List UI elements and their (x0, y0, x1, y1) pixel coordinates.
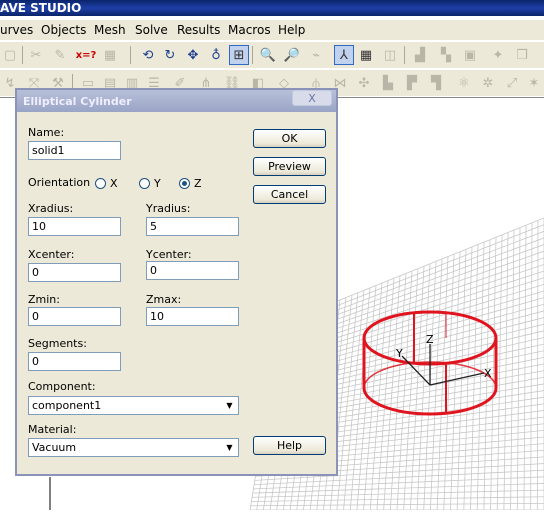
zmax-label: Zmax: (146, 293, 181, 306)
import-icon[interactable]: ▢ (0, 45, 20, 65)
name-label: Name: (28, 126, 64, 139)
menu-results[interactable]: Results (177, 23, 220, 37)
axis-x-label: X (484, 367, 492, 380)
app-title: AVE STUDIO (0, 1, 81, 15)
grid-table-icon[interactable]: ▦ (100, 45, 120, 65)
more-icon[interactable]: ✶ (524, 73, 544, 93)
axes-icon[interactable]: ⅄ (334, 45, 354, 65)
orientation-z-label: Z (194, 177, 202, 190)
close-icon: X (308, 92, 316, 105)
orientation-z-radio[interactable] (179, 178, 190, 189)
dialog-title: Elliptical Cylinder (23, 95, 132, 108)
arrange-icon[interactable]: ▚ (436, 45, 456, 65)
help-button[interactable]: Help (253, 436, 326, 455)
layer-icon[interactable]: ❒ (512, 45, 532, 65)
xradius-label: Xradius: (28, 202, 73, 215)
view-icon[interactable]: ◫ (380, 45, 400, 65)
orientation-x-radio[interactable] (95, 178, 106, 189)
segments-label: Segments: (28, 337, 87, 350)
orientation-label: Orientation (28, 176, 90, 189)
chevron-down-icon[interactable]: ▼ (223, 441, 236, 454)
zmin-label: Zmin: (28, 293, 60, 306)
zoom-fit-icon[interactable]: 🔎 (282, 45, 302, 65)
elliptical-cylinder-dialog: Elliptical Cylinder X Name: solid1 Orien… (15, 88, 338, 476)
paint-icon[interactable]: ✎ (50, 45, 70, 65)
dialog-title-bar[interactable]: Elliptical Cylinder (17, 90, 336, 112)
toolbar-separator (130, 46, 131, 64)
preview-button[interactable]: Preview (253, 157, 326, 176)
menu-objects[interactable]: Objects (41, 23, 86, 37)
ycenter-input[interactable]: 0 (146, 261, 239, 280)
ycenter-label: Ycenter: (146, 248, 192, 261)
mirror-icon[interactable]: ⚛ (454, 73, 474, 93)
toolbar-separator (22, 46, 23, 64)
close-button[interactable]: X (292, 90, 332, 106)
app-title-bar: AVE STUDIO (0, 0, 544, 16)
zmin-input[interactable]: 0 (28, 307, 121, 326)
component-select[interactable]: component1 ▼ (28, 396, 239, 415)
query-icon[interactable]: x=? (76, 45, 96, 65)
zoom-icon[interactable]: 🔍 (258, 45, 278, 65)
pan-icon[interactable]: ✥ (183, 45, 203, 65)
xradius-input[interactable]: 10 (28, 217, 121, 236)
toolbar-separator (252, 46, 253, 64)
component-label: Component: (28, 380, 96, 393)
cut-icon[interactable]: ✂ (26, 45, 46, 65)
orientation-y-label: Y (154, 177, 161, 190)
array-icon[interactable]: ✲ (478, 73, 498, 93)
orientation-x-label: X (110, 177, 118, 190)
scale-icon[interactable]: ⤢ (502, 73, 522, 93)
axis-y-label: Y (395, 347, 403, 360)
menu-curves[interactable]: urves (0, 23, 33, 37)
grid-icon[interactable]: ▦ (356, 45, 376, 65)
move-icon[interactable]: ▙ (378, 73, 398, 93)
light-icon[interactable]: ✦ (488, 45, 508, 65)
menu-macros[interactable]: Macros (228, 23, 271, 37)
yradius-input[interactable]: 5 (146, 217, 239, 236)
chevron-down-icon[interactable]: ▼ (223, 399, 236, 412)
material-label: Material: (28, 423, 76, 436)
copy-icon[interactable]: ▛ (402, 73, 422, 93)
segments-input[interactable]: 0 (28, 352, 121, 371)
yradius-label: Yradius: (146, 202, 190, 215)
paste-icon[interactable]: ▜ (426, 73, 446, 93)
xcenter-input[interactable]: 0 (28, 263, 121, 282)
xcenter-label: Xcenter: (28, 248, 74, 261)
edit-icon[interactable]: ▟ (410, 45, 430, 65)
group-icon[interactable]: ▣ (460, 45, 480, 65)
zmax-input[interactable]: 10 (146, 307, 239, 326)
orbit-icon[interactable]: ⟲ (138, 45, 158, 65)
component-value: component1 (32, 399, 101, 412)
menu-solve[interactable]: Solve (135, 23, 168, 37)
measure-icon[interactable]: ⌁ (306, 45, 326, 65)
orientation-y-radio[interactable] (139, 178, 150, 189)
toolbar-separator (404, 46, 405, 64)
material-select[interactable]: Vacuum ▼ (28, 438, 239, 457)
material-value: Vacuum (32, 441, 76, 454)
name-input[interactable]: solid1 (28, 141, 121, 160)
menu-help[interactable]: Help (278, 23, 305, 37)
rotate-icon[interactable]: ↻ (160, 45, 180, 65)
zoom-window-icon[interactable]: ⊞ (229, 45, 249, 65)
axis-z-label: Z (426, 333, 434, 346)
ok-button[interactable]: OK (253, 129, 326, 148)
cancel-button[interactable]: Cancel (253, 185, 326, 204)
menu-bar: urves Objects Mesh Solve Results Macros … (0, 20, 544, 40)
toolbar-main: ▢ ✂ ✎ x=? ▦ ⟲ ↻ ✥ ♁ ⊞ 🔍 🔎 ⌁ ⅄ ▦ ◫ ▟ ▚ ▣ … (0, 42, 544, 68)
menu-mesh[interactable]: Mesh (94, 23, 126, 37)
spin-axis-icon[interactable]: ♁ (206, 45, 226, 65)
cross-icon[interactable]: ✣ (354, 73, 374, 93)
